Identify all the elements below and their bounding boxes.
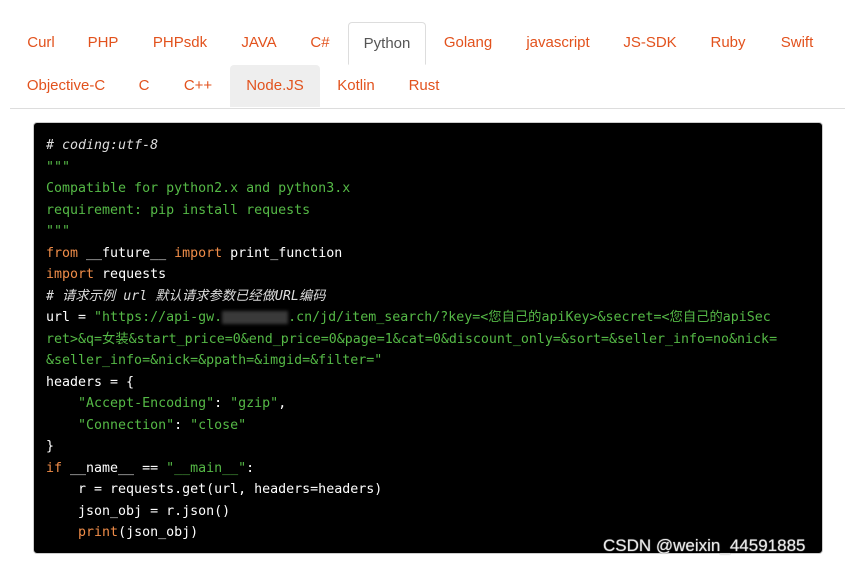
url-string: &seller_info=&nick=&ppath=&imgid=&filter…	[46, 353, 383, 368]
tab-objective-c[interactable]: Objective-C	[14, 65, 118, 107]
code-text: r = requests.get(url, headers=headers)	[46, 482, 383, 497]
code-line-7: import requests	[46, 264, 166, 286]
tab-kotlin[interactable]: Kotlin	[326, 65, 386, 107]
code-line-6: from __future__ import print_function	[46, 243, 342, 265]
tab-golang[interactable]: Golang	[432, 22, 504, 64]
code-text: (json_obj)	[118, 525, 199, 540]
code-text: url =	[46, 310, 95, 325]
code-line-14: "Connection": "close"	[46, 415, 246, 437]
dict-key: "Accept-Encoding"	[78, 396, 215, 411]
code-text: __name__ ==	[62, 460, 167, 476]
csdn-watermark: CSDN @weixin_44591885	[603, 536, 806, 555]
code-line-1: # coding:utf-8	[46, 135, 158, 157]
code-text: json_obj = r.json()	[46, 503, 231, 519]
tab-phpsdk[interactable]: PHPsdk	[140, 22, 220, 64]
code-line-9: url = "https://api-gw. .cn/jd/item_search…	[46, 307, 771, 329]
url-string: "https://api-gw.	[94, 310, 223, 325]
tab-python[interactable]: Python	[348, 22, 426, 65]
keyword: if	[46, 460, 63, 476]
code-line-15: }	[46, 436, 54, 458]
code-line-2: """	[46, 157, 70, 179]
dict-value: "gzip"	[230, 396, 279, 411]
code-line-3: Compatible for python2.x and python3.x	[46, 178, 350, 200]
tab-java[interactable]: JAVA	[228, 22, 290, 64]
language-tabs: Curl PHP PHPsdk JAVA C# Python Golang ja…	[10, 22, 845, 109]
docstring-text: requirement: pip install requests	[46, 202, 311, 218]
code-line-19: print(json_obj)	[46, 522, 198, 544]
dict-value: "close"	[190, 417, 247, 433]
code-line-10: ret>&q=女装&start_price=0&end_price=0&page…	[46, 329, 777, 351]
code-line-11: &seller_info=&nick=&ppath=&imgid=&filter…	[46, 350, 382, 372]
code-text: ,	[278, 396, 287, 411]
code-line-17: r = requests.get(url, headers=headers)	[46, 479, 382, 501]
tab-cpp[interactable]: C++	[170, 65, 226, 107]
code-text: headers = {	[46, 374, 135, 390]
url-string: ret>&q=女装&start_price=0&end_price=0&page…	[46, 331, 778, 347]
code-text: print_function	[222, 245, 343, 261]
code-line-5: """	[46, 221, 70, 243]
code-text: :	[214, 396, 231, 411]
tab-javascript[interactable]: javascript	[512, 22, 604, 64]
tab-csharp[interactable]: C#	[298, 22, 342, 64]
tab-nodejs[interactable]: Node.JS	[230, 65, 320, 107]
keyword: from	[46, 245, 79, 261]
code-comment: # coding:utf-8	[46, 138, 159, 153]
code-line-8: # 请求示例 url 默认请求参数已经做URL编码	[46, 286, 326, 308]
code-text: :	[174, 417, 191, 433]
docstring-close: """	[46, 224, 71, 239]
code-text: :	[246, 460, 255, 476]
tab-curl[interactable]: Curl	[14, 22, 68, 64]
code-line-16: if __name__ == "__main__":	[46, 458, 254, 480]
redacted-domain	[222, 310, 289, 324]
code-text: __future__	[78, 245, 175, 261]
tab-js-sdk[interactable]: JS-SDK	[612, 22, 688, 64]
code-text: }	[46, 439, 55, 454]
tab-php[interactable]: PHP	[74, 22, 132, 64]
url-string: .cn/jd/item_search/?key=<您自己的apiKey>&sec…	[288, 310, 771, 325]
tab-swift[interactable]: Swift	[768, 22, 826, 64]
tab-ruby[interactable]: Ruby	[696, 22, 760, 64]
code-comment: # 请求示例 url 默认请求参数已经做URL编码	[46, 288, 326, 304]
keyword: import	[46, 267, 95, 282]
keyword: import	[174, 245, 223, 261]
docstring-text: Compatible for python2.x and python3.x	[46, 181, 351, 196]
string-literal: "__main__"	[166, 460, 247, 476]
tab-rust[interactable]: Rust	[396, 65, 452, 107]
code-line-4: requirement: pip install requests	[46, 200, 310, 222]
keyword: print	[78, 525, 119, 540]
code-line-13: "Accept-Encoding": "gzip",	[46, 393, 286, 415]
code-block[interactable]: # coding:utf-8 """ Compatible for python…	[33, 122, 823, 554]
tab-c[interactable]: C	[126, 65, 162, 107]
dict-key: "Connection"	[78, 417, 175, 433]
code-line-18: json_obj = r.json()	[46, 501, 230, 523]
code-text: requests	[94, 267, 167, 282]
docstring-open: """	[46, 159, 71, 175]
code-line-12: headers = {	[46, 372, 134, 394]
